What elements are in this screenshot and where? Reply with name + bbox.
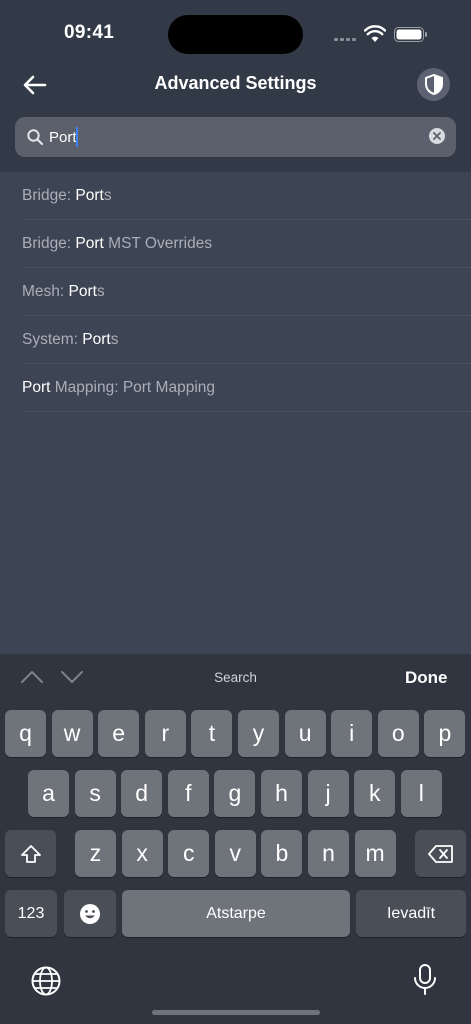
key-c[interactable]: c bbox=[168, 830, 210, 877]
globe-icon[interactable] bbox=[30, 965, 62, 997]
key-r[interactable]: r bbox=[144, 710, 186, 757]
search-bar[interactable] bbox=[15, 117, 456, 157]
key-w[interactable]: w bbox=[51, 710, 93, 757]
space-key[interactable]: Atstarpe bbox=[122, 890, 350, 937]
key-g[interactable]: g bbox=[214, 770, 256, 817]
emoji-icon bbox=[80, 903, 100, 924]
result-text: Bridge: bbox=[22, 234, 76, 252]
key-u[interactable]: u bbox=[284, 710, 326, 757]
result-match-text: Port bbox=[68, 282, 97, 300]
key-p[interactable]: p bbox=[424, 710, 466, 757]
list-item[interactable]: Mesh: Port s bbox=[22, 268, 471, 316]
backspace-icon bbox=[427, 844, 453, 863]
close-icon bbox=[433, 132, 441, 140]
result-match-text: Port bbox=[75, 186, 104, 204]
key-f[interactable]: f bbox=[167, 770, 209, 817]
search-icon bbox=[27, 129, 44, 146]
key-b[interactable]: b bbox=[261, 830, 303, 877]
numbers-key[interactable]: 123 bbox=[5, 890, 57, 937]
key-z[interactable]: z bbox=[75, 830, 116, 877]
accessory-label: Search bbox=[214, 670, 257, 685]
result-text: s bbox=[103, 186, 112, 204]
done-button[interactable]: Done bbox=[405, 668, 448, 688]
key-h[interactable]: h bbox=[261, 770, 302, 817]
key-i[interactable]: i bbox=[331, 710, 373, 757]
list-item[interactable]: Bridge: Port MST Overrides bbox=[22, 220, 471, 268]
result-text: System: bbox=[22, 330, 83, 348]
key-a[interactable]: a bbox=[28, 770, 69, 817]
battery-icon bbox=[394, 27, 427, 42]
delete-key[interactable] bbox=[415, 830, 466, 877]
return-key[interactable]: Ievadīt bbox=[356, 890, 466, 937]
list-item[interactable]: Port Mapping: Port Mapping bbox=[22, 364, 471, 412]
wifi-icon bbox=[364, 25, 386, 42]
search-input[interactable] bbox=[49, 117, 429, 157]
result-match-text: Port bbox=[82, 330, 111, 348]
result-text: Bridge: bbox=[22, 186, 76, 204]
key-d[interactable]: d bbox=[121, 770, 163, 817]
home-indicator bbox=[152, 1010, 320, 1015]
emoji-key[interactable] bbox=[64, 890, 116, 937]
key-k[interactable]: k bbox=[354, 770, 396, 817]
key-q[interactable]: q bbox=[5, 710, 46, 757]
cellular-signal-icon bbox=[334, 38, 356, 41]
result-match-text: Port bbox=[75, 234, 104, 252]
clear-search-button[interactable] bbox=[429, 128, 445, 144]
result-text: MST Overrides bbox=[103, 234, 213, 252]
page-title: Advanced Settings bbox=[154, 73, 317, 93]
key-v[interactable]: v bbox=[214, 830, 256, 877]
shift-key[interactable] bbox=[5, 830, 56, 877]
result-text: Mesh: bbox=[22, 282, 69, 300]
microphone-icon[interactable] bbox=[412, 963, 438, 997]
result-text: Mapping: Port Mapping bbox=[50, 378, 216, 396]
status-time: 09:41 bbox=[64, 22, 115, 43]
key-y[interactable]: y bbox=[238, 710, 279, 757]
list-item[interactable]: Bridge: Port s bbox=[22, 172, 471, 220]
key-t[interactable]: t bbox=[191, 710, 233, 757]
key-l[interactable]: l bbox=[400, 770, 442, 817]
shield-icon bbox=[424, 74, 443, 95]
key-s[interactable]: s bbox=[74, 770, 116, 817]
result-text: s bbox=[110, 330, 119, 348]
shift-icon bbox=[20, 844, 41, 863]
result-match-text: Port bbox=[22, 378, 51, 396]
key-o[interactable]: o bbox=[377, 710, 419, 757]
text-caret bbox=[76, 127, 78, 147]
keyboard: 123 Atstarpe Ievadīt qwertyuiop asdfghjkl… bbox=[0, 704, 471, 1024]
dynamic-island bbox=[168, 15, 303, 54]
key-m[interactable]: m bbox=[354, 830, 396, 877]
search-results-list: Bridge: Port s Bridge: Port MST Overrides M… bbox=[0, 172, 471, 412]
result-text: s bbox=[96, 282, 105, 300]
screen: 09:41 Advanced Settings Port Bridge: Por… bbox=[0, 0, 471, 1024]
key-x[interactable]: x bbox=[121, 830, 163, 877]
key-n[interactable]: n bbox=[308, 830, 349, 877]
header-area: 09:41 Advanced Settings bbox=[0, 0, 471, 172]
keyboard-accessory-bar: Search Done bbox=[0, 654, 471, 704]
key-e[interactable]: e bbox=[98, 710, 140, 757]
list-item[interactable]: System: Port s bbox=[22, 316, 471, 364]
shield-button[interactable] bbox=[417, 68, 450, 101]
key-j[interactable]: j bbox=[307, 770, 349, 817]
